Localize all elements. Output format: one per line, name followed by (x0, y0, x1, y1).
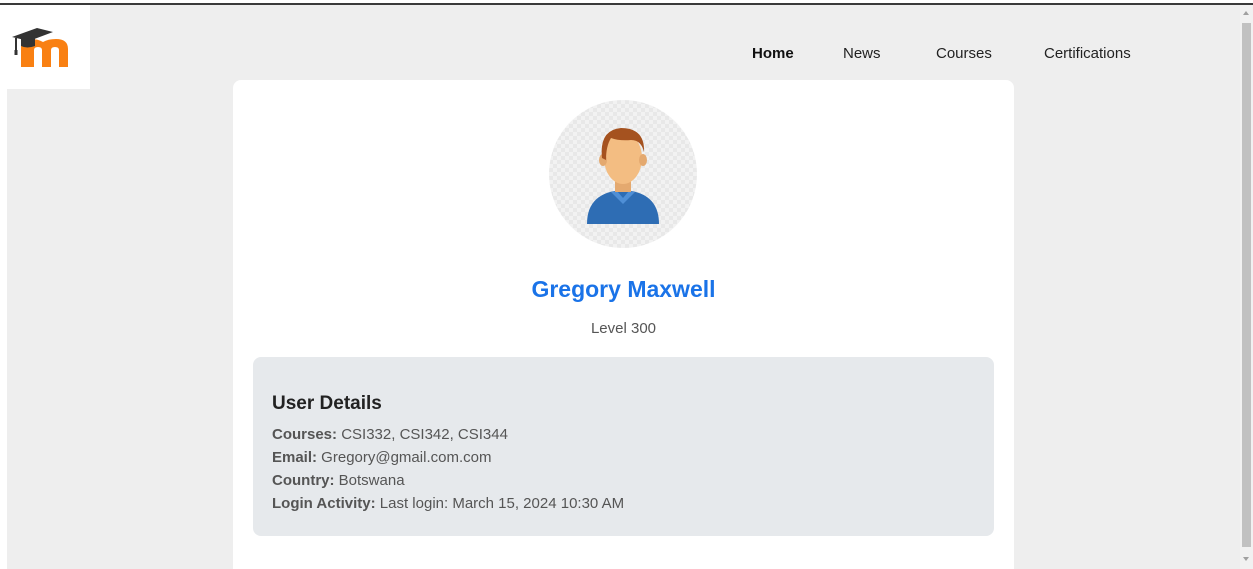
detail-value: CSI332, CSI342, CSI344 (337, 426, 508, 443)
detail-label: Courses: (272, 426, 338, 443)
detail-value: Botswana (334, 472, 405, 489)
detail-value: Last login: March 15, 2024 10:30 AM (375, 495, 625, 512)
avatar (549, 100, 697, 248)
detail-value: Gregory@gmail.com.com (317, 449, 492, 466)
profile-card: Gregory Maxwell Level 300 User Details C… (233, 80, 1014, 569)
profile-name: Gregory Maxwell (531, 276, 716, 302)
nav-home-link[interactable]: Home (752, 45, 794, 62)
detail-label: Email: (272, 449, 318, 466)
nav-news-link[interactable]: News (843, 45, 881, 62)
scroll-up-arrow-icon[interactable] (1243, 11, 1249, 15)
scroll-down-arrow-icon[interactable] (1243, 557, 1249, 561)
detail-row-courses: Courses: CSI332, CSI342, CSI344 (272, 426, 508, 443)
detail-row-email: Email: Gregory@gmail.com.com (272, 449, 491, 466)
profile-level: Level 300 (590, 320, 657, 337)
top-nav: Home News Courses Certifications (7, 45, 1240, 65)
page-viewport: Home News Courses Certifications Gregory… (7, 5, 1240, 569)
detail-row-login-activity: Login Activity: Last login: March 15, 20… (272, 495, 624, 512)
nav-certifications-link[interactable]: Certifications (1044, 45, 1131, 62)
detail-row-country: Country: Botswana (272, 472, 405, 489)
user-avatar-icon (587, 128, 659, 224)
user-details-heading: User Details (272, 393, 382, 414)
detail-label: Login Activity: (272, 495, 376, 512)
vertical-scrollbar[interactable] (1240, 5, 1253, 569)
user-details-panel: User Details Courses: CSI332, CSI342, CS… (253, 357, 994, 536)
nav-courses-link[interactable]: Courses (936, 45, 992, 62)
scrollbar-thumb[interactable] (1242, 23, 1251, 547)
detail-label: Country: (272, 472, 335, 489)
